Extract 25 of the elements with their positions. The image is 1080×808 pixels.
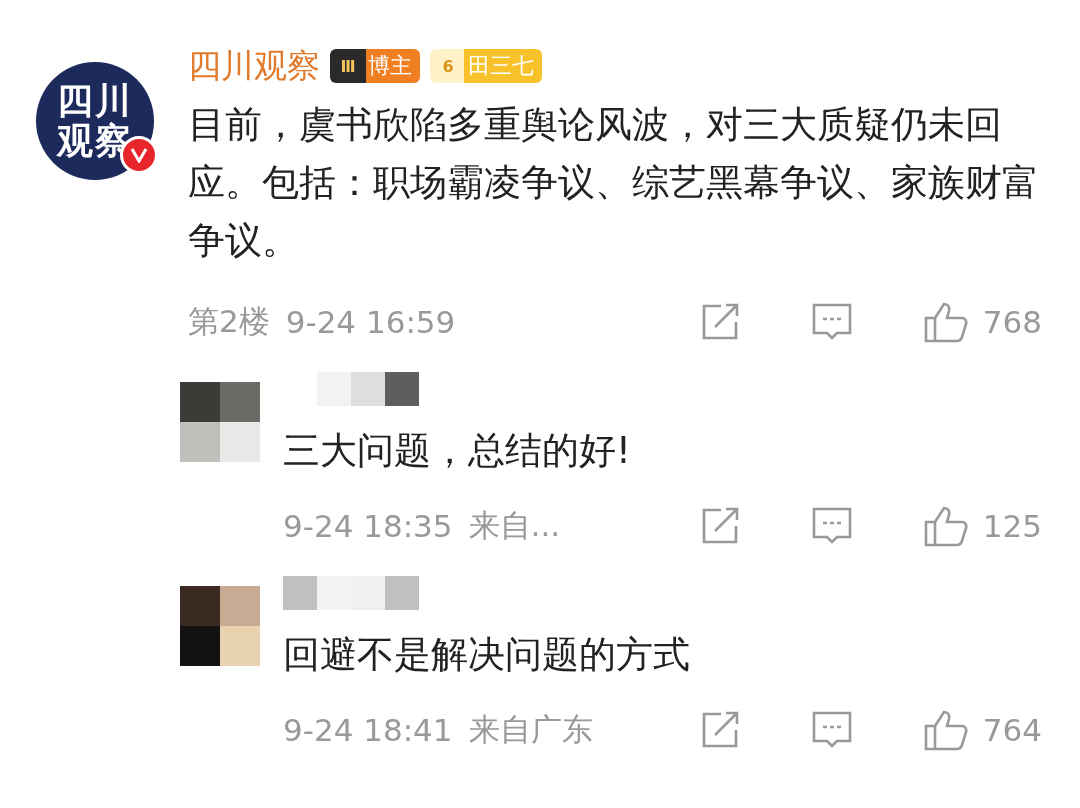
comment-icon [810, 710, 853, 750]
comment-button[interactable] [810, 302, 853, 342]
reply-time: 9-24 18:35 [283, 508, 453, 544]
thumbs-up-icon [922, 709, 969, 751]
like-button[interactable]: 764 [922, 709, 1042, 751]
author-name[interactable]: 四川观察 [188, 43, 320, 89]
thumbs-up-icon [922, 301, 969, 343]
logo-text: 四川 [57, 81, 133, 121]
comment-button[interactable] [810, 710, 853, 750]
comment-button[interactable] [810, 506, 853, 546]
reply-text: 回避不是解决问题的方式 [283, 632, 691, 678]
fan-badge: 6 田三七 [430, 49, 542, 83]
comment-icon [810, 302, 853, 342]
reply-time: 9-24 18:41 [283, 712, 453, 748]
blogger-badge: Ⅲ 博主 [330, 49, 420, 83]
floor-number: 第2楼 [188, 302, 270, 341]
reply-location: 来自... [468, 506, 561, 545]
post-text: 目前，虞书欣陷多重舆论风波，对三大质疑仍未回应。包括：职场霸凌争议、综艺黑幕争议、家族财富争议。 [188, 102, 1040, 264]
reply-location: 来自广东 [468, 710, 593, 749]
comment-icon [810, 506, 853, 546]
reply-text: 三大问题，总结的好! [283, 428, 632, 474]
thumbs-up-icon [922, 505, 969, 547]
like-button[interactable]: 768 [922, 301, 1042, 343]
post-time: 9-24 16:59 [285, 304, 456, 340]
like-button[interactable]: 125 [922, 505, 1042, 547]
